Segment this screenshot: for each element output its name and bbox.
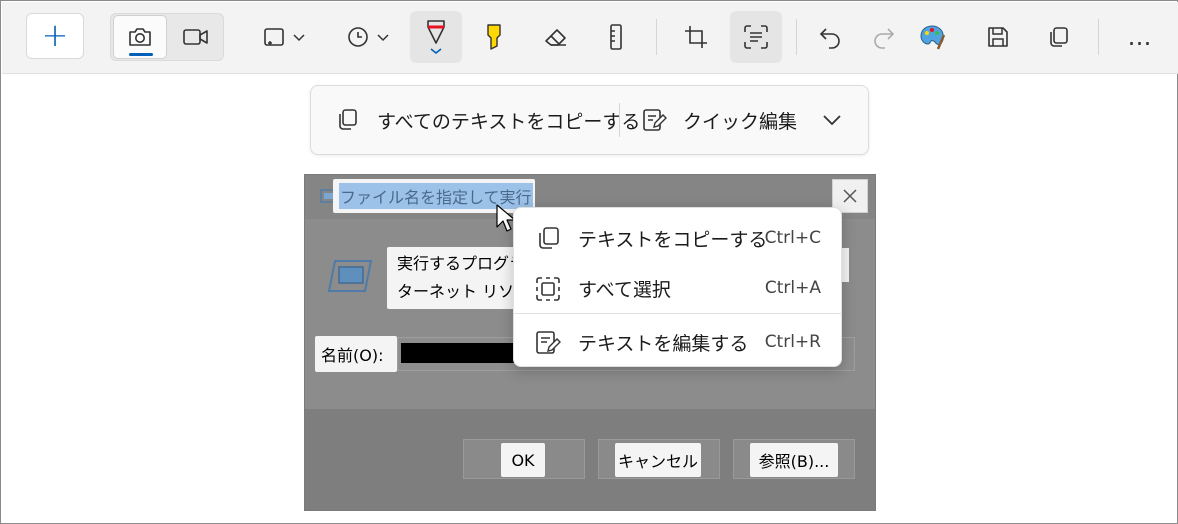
menu-item-shortcut: Ctrl+C	[764, 228, 821, 248]
cancel-text: キャンセル	[617, 452, 698, 471]
detected-text-cancel[interactable]: キャンセル	[615, 443, 701, 477]
chevron-down-icon	[377, 34, 389, 42]
ok-text: OK	[511, 450, 535, 470]
more-icon: …	[1127, 23, 1153, 51]
name-label: 名前(O):	[321, 346, 384, 365]
app-window: + … すべてのテキストをコピーする クイック編集 ファイル名を指定して実行 実…	[0, 0, 1178, 524]
menu-item-copy-text[interactable]: テキストをコピーする Ctrl+C	[514, 216, 841, 260]
redo-icon	[874, 28, 895, 49]
edit-document-icon	[643, 109, 667, 131]
plus-icon: +	[41, 15, 69, 54]
run-large-icon	[327, 260, 373, 292]
menu-item-label: すべて選択	[578, 278, 671, 301]
ruler-icon	[610, 24, 622, 50]
copy-all-text-label: すべてのテキストをコピーする	[377, 110, 641, 133]
select-all-icon	[536, 277, 560, 301]
eraser-icon	[545, 29, 566, 46]
edit-document-icon	[536, 331, 561, 354]
eraser-button[interactable]	[530, 15, 582, 59]
redacted-text-bar	[401, 343, 525, 363]
menu-divider	[514, 313, 841, 314]
menu-item-label: テキストをコピーする	[578, 228, 768, 251]
rectangle-snip-icon	[264, 28, 284, 46]
selected-indicator	[129, 53, 153, 56]
description-line-1: 実行するプログラ	[397, 254, 526, 273]
text-actions-button[interactable]	[730, 11, 782, 63]
highlighter-icon	[487, 24, 501, 50]
copy-icon	[1050, 27, 1068, 47]
browse-text: 参照(B)...	[758, 452, 830, 471]
bar-divider	[619, 103, 620, 137]
crop-button[interactable]	[670, 15, 722, 59]
detected-text-ok[interactable]: OK	[501, 443, 545, 477]
menu-item-edit-text[interactable]: テキストを編集する Ctrl+R	[514, 320, 841, 364]
chevron-down-icon	[823, 115, 841, 126]
detected-text-description[interactable]: 実行するプログラ ターネット リソース	[387, 247, 545, 309]
snip-shape-button[interactable]	[254, 15, 314, 59]
toolbar: + …	[2, 2, 1178, 74]
context-menu: テキストをコピーする Ctrl+C すべて選択 Ctrl+A テキストを編集する…	[513, 207, 842, 367]
redo-button[interactable]	[858, 15, 910, 59]
camera-icon	[129, 28, 151, 46]
quick-edit-label: クイック編集	[683, 110, 798, 133]
menu-item-select-all[interactable]: すべて選択 Ctrl+A	[514, 266, 841, 310]
quick-edit-button[interactable]: クイック編集	[641, 86, 797, 154]
delay-button[interactable]	[338, 15, 398, 59]
undo-button[interactable]	[804, 15, 856, 59]
crop-icon	[685, 26, 707, 48]
menu-item-label: テキストを編集する	[578, 332, 749, 355]
toolbar-divider	[796, 19, 797, 55]
video-camera-icon	[183, 29, 208, 45]
paint-palette-icon	[920, 25, 946, 50]
clock-icon	[348, 27, 368, 47]
ruler-button[interactable]	[590, 15, 642, 59]
save-button[interactable]	[972, 15, 1024, 59]
toolbar-divider	[656, 19, 657, 55]
new-capture-button[interactable]: +	[26, 13, 84, 59]
screenshot-mode-button[interactable]	[113, 15, 167, 59]
more-options-button[interactable]: …	[1114, 15, 1166, 59]
detected-text-name-label[interactable]: 名前(O):	[315, 336, 397, 372]
video-mode-button[interactable]	[169, 15, 223, 59]
menu-item-shortcut: Ctrl+R	[764, 332, 821, 352]
save-icon	[988, 27, 1008, 47]
chevron-down-icon	[293, 34, 305, 42]
menu-item-shortcut: Ctrl+A	[764, 278, 821, 298]
text-actions-bar: すべてのテキストをコピーする クイック編集	[310, 85, 869, 155]
paint-button[interactable]	[906, 15, 958, 59]
highlighter-button[interactable]	[468, 15, 520, 59]
copy-icon	[339, 109, 357, 130]
toolbar-divider	[1098, 19, 1099, 55]
ballpoint-pen-button[interactable]	[410, 11, 462, 63]
pen-icon	[427, 20, 445, 55]
copy-all-text-button[interactable]: すべてのテキストをコピーする	[335, 86, 640, 154]
detected-text-browse[interactable]: 参照(B)...	[750, 443, 838, 477]
copy-icon	[539, 227, 559, 249]
undo-icon	[819, 28, 840, 49]
quick-edit-dropdown[interactable]	[821, 86, 843, 154]
text-scan-icon	[744, 25, 768, 49]
copy-button[interactable]	[1032, 15, 1084, 59]
